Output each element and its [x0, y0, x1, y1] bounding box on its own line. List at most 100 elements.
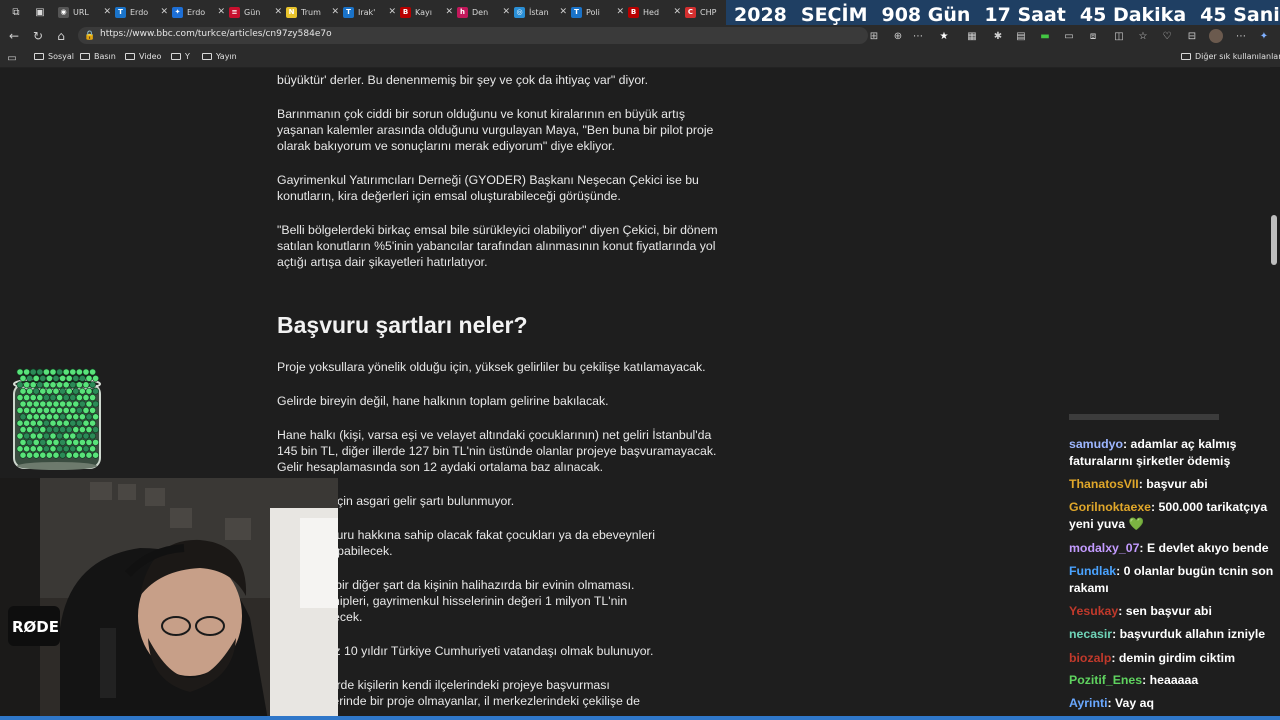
favorite-star-icon[interactable]: ★	[938, 30, 950, 42]
article-paragraph: sında en az 10 yıldır Türkiye Cumhuriyet…	[277, 644, 654, 658]
reload-icon[interactable]: ↻	[30, 28, 46, 44]
bead	[56, 407, 63, 414]
collections-icon[interactable]: ⊟	[1186, 30, 1198, 42]
chat-username[interactable]: samudyo	[1069, 437, 1123, 451]
bead	[59, 413, 66, 421]
bead	[76, 381, 83, 389]
bead	[85, 451, 93, 459]
url-text[interactable]: https://www.bbc.com/turkce/articles/cn97…	[100, 29, 332, 39]
browser-tab[interactable]: ≡ Gün ✕	[229, 3, 285, 21]
bookmark-folder-y[interactable]: Y	[171, 52, 190, 61]
extension-icon[interactable]: ▬	[1039, 30, 1051, 42]
chat-username[interactable]: necasir	[1069, 627, 1112, 641]
t24-icon: T	[571, 6, 582, 18]
back-icon[interactable]: ←	[6, 28, 22, 44]
article-paragraph: n başvuru için asgari gelir şartı bulunm…	[277, 494, 515, 508]
home-icon[interactable]: ⌂	[53, 28, 69, 44]
chat-username[interactable]: Pozitif_Enes	[1069, 673, 1142, 687]
mic-brand-label: RØDE	[12, 618, 59, 636]
chat-username[interactable]: Yesukay	[1069, 604, 1118, 618]
close-tab-icon[interactable]: ✕	[445, 7, 453, 17]
bead	[16, 407, 24, 414]
browser-tab[interactable]: h Den ✕	[457, 3, 513, 21]
reading-list-icon[interactable]: ▭	[4, 50, 20, 66]
close-tab-icon[interactable]: ✕	[217, 7, 225, 17]
browser-tab[interactable]: N Trum ✕	[286, 3, 342, 21]
bead	[89, 407, 96, 414]
zoom-icon[interactable]: ⊕	[892, 30, 904, 42]
avatar[interactable]	[1209, 29, 1223, 43]
browser-tab[interactable]: ✦ Erdo ✕	[172, 3, 228, 21]
bookmark-folder-yayin[interactable]: Yayın	[202, 52, 237, 61]
bead	[36, 407, 44, 414]
close-tab-icon[interactable]: ✕	[673, 7, 681, 17]
chat-username[interactable]: Gorilnoktaexe	[1069, 500, 1151, 514]
bead	[32, 400, 40, 408]
browser-tab[interactable]: T Irak' ✕	[343, 3, 399, 21]
translate-icon[interactable]: ⊞	[868, 30, 880, 42]
extension-icon[interactable]: ▭	[1063, 30, 1075, 42]
bead	[36, 419, 44, 427]
chat-separator: :	[1139, 541, 1147, 555]
bead	[79, 413, 86, 421]
extension-icon[interactable]: ▦	[966, 30, 978, 42]
bead	[92, 387, 99, 395]
extension-icon[interactable]: ▤	[1015, 30, 1027, 42]
favorites-icon[interactable]: ☆	[1137, 30, 1149, 42]
browser-tab[interactable]: B Hed ✕	[628, 3, 684, 21]
menu-icon[interactable]: ⋯	[1235, 30, 1247, 42]
bead	[19, 413, 27, 421]
bookmark-folder-video[interactable]: Video	[125, 52, 161, 61]
bookmark-folder-basin[interactable]: Basın	[80, 52, 116, 61]
countdown-year: 2028	[734, 3, 787, 26]
bead	[62, 419, 70, 427]
lock-icon[interactable]: 🔒	[82, 28, 98, 44]
bead	[92, 439, 99, 446]
bead	[49, 368, 57, 376]
tab-actions-icon[interactable]: ▣	[33, 5, 47, 19]
bead	[85, 400, 93, 408]
close-tab-icon[interactable]: ✕	[559, 7, 567, 17]
browser-tab[interactable]: ◎ İstan ✕	[514, 3, 570, 21]
heart-icon[interactable]: ♡	[1161, 30, 1173, 42]
other-bookmarks[interactable]: Diğer sık kullanılanlar	[1181, 52, 1280, 61]
close-tab-icon[interactable]: ✕	[616, 7, 624, 17]
chat-username[interactable]: ThanatosVII	[1069, 477, 1139, 491]
article-line: Gayrimenkul Yatırımcıları Derneği (GYODE…	[277, 173, 699, 187]
bead	[36, 381, 44, 389]
split-screen-icon[interactable]: ◫	[1113, 30, 1125, 42]
section-heading: Başvuru şartları neler?	[277, 312, 528, 338]
chat-username[interactable]: Ayrinti	[1069, 696, 1108, 710]
bead	[32, 374, 40, 382]
folder-icon	[125, 53, 135, 60]
chat-username[interactable]: modalxy_07	[1069, 541, 1139, 555]
chat-username[interactable]: Fundlak	[1069, 564, 1116, 578]
more-icon[interactable]: ⋯	[912, 30, 924, 42]
browser-tab[interactable]: ◉ URL ✕	[58, 3, 114, 21]
bead	[79, 374, 86, 382]
bead	[29, 394, 37, 401]
workspaces-icon[interactable]: ⧉	[9, 5, 23, 19]
extension-icon[interactable]: ✱	[992, 30, 1004, 42]
scrollbar-thumb[interactable]	[1271, 215, 1277, 265]
tab-label: İstan	[529, 7, 549, 17]
bead	[52, 374, 60, 382]
tab-label: Hed	[643, 7, 660, 17]
close-tab-icon[interactable]: ✕	[103, 7, 111, 17]
close-tab-icon[interactable]: ✕	[274, 7, 282, 17]
browser-tab[interactable]: B Kayı ✕	[400, 3, 456, 21]
close-tab-icon[interactable]: ✕	[502, 7, 510, 17]
extensions-puzzle-icon[interactable]: ⧈	[1087, 30, 1099, 42]
browser-tab[interactable]: T Erdo ✕	[115, 3, 171, 21]
close-tab-icon[interactable]: ✕	[160, 7, 168, 17]
chat-username[interactable]: biozalp	[1069, 651, 1111, 665]
browser-tab[interactable]: T Poli ✕	[571, 3, 627, 21]
bead	[69, 419, 77, 427]
chat-message: necasir: başvurduk allahın izniyle	[1069, 626, 1274, 643]
close-tab-icon[interactable]: ✕	[388, 7, 396, 17]
bookmark-folder-sosyal[interactable]: Sosyal	[34, 52, 74, 61]
webcam-feed: RØDE	[0, 478, 338, 720]
copilot-icon[interactable]: ✦	[1258, 30, 1270, 42]
bead	[16, 394, 24, 401]
close-tab-icon[interactable]: ✕	[331, 7, 339, 17]
